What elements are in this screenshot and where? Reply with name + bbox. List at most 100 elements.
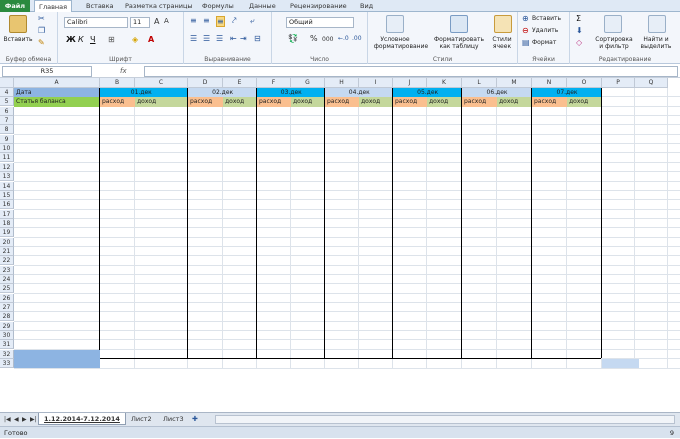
expense-header-cell[interactable]: расход — [393, 97, 427, 107]
row-header-8[interactable]: 8 — [0, 125, 14, 135]
clear-icon[interactable]: ◇ — [576, 38, 582, 47]
expense-header-cell[interactable]: расход — [462, 97, 497, 107]
format-table-line2[interactable]: как таблицу — [434, 43, 484, 50]
format-table-line1[interactable]: Форматировать — [434, 36, 484, 43]
align-left-icon[interactable]: ☰ — [190, 34, 197, 43]
income-header-cell[interactable]: доход — [359, 97, 393, 107]
cell-styles-line2[interactable]: ячеек — [488, 43, 516, 50]
row-header-5[interactable]: 5 — [0, 97, 14, 107]
zoom-level[interactable]: 9 — [670, 427, 674, 439]
column-header-a[interactable]: A — [14, 78, 100, 88]
row-header-12[interactable]: 12 — [0, 162, 14, 172]
column-header-i[interactable]: I — [359, 78, 393, 88]
font-size-select[interactable]: 11 — [130, 17, 150, 28]
delete-cells-button[interactable]: Удалить — [532, 27, 558, 34]
day-header-5[interactable]: 05.дек — [393, 88, 462, 98]
column-header-o[interactable]: O — [567, 78, 602, 88]
column-header-c[interactable]: C — [135, 78, 188, 88]
wrap-text-icon[interactable]: ⤶ — [250, 16, 254, 25]
column-header-m[interactable]: M — [497, 78, 532, 88]
tab-data[interactable]: Данные — [245, 0, 280, 12]
prev-sheet-icon[interactable]: ◀ — [14, 415, 19, 424]
column-header-j[interactable]: J — [393, 78, 427, 88]
row-header-23[interactable]: 23 — [0, 265, 14, 275]
cut-icon[interactable]: ✂ — [38, 14, 45, 23]
insert-cells-icon[interactable]: ⊕ — [522, 14, 529, 23]
income-header-cell[interactable]: доход — [291, 97, 325, 107]
first-sheet-icon[interactable]: |◀ — [4, 415, 11, 424]
row-header-22[interactable]: 22 — [0, 256, 14, 266]
cell-styles-icon[interactable] — [494, 15, 512, 33]
day-header-3[interactable]: 03.дек — [257, 88, 325, 98]
bold-button[interactable]: Ж — [66, 35, 76, 44]
row-header-16[interactable]: 16 — [0, 200, 14, 210]
format-table-icon[interactable] — [450, 15, 468, 33]
column-header-g[interactable]: G — [291, 78, 325, 88]
column-header-b[interactable]: B — [100, 78, 135, 88]
spreadsheet-grid[interactable]: A B C D E F G H I J K L M N O P Q 4 5 6 7 8 9 10 11 12 13 14 15 16 17 1… — [0, 78, 680, 412]
paste-button[interactable]: Вставить — [2, 36, 34, 43]
align-top-icon[interactable]: ≡ — [190, 16, 197, 25]
tab-review[interactable]: Рецензирование — [286, 0, 351, 12]
decrease-decimal-icon[interactable]: .00 — [352, 34, 362, 43]
merge-cells-icon[interactable]: ⊟ — [254, 34, 261, 43]
shrink-font-icon[interactable]: A — [164, 17, 169, 26]
find-select-line1[interactable]: Найти и — [636, 36, 676, 43]
balance-item-label-cell[interactable]: Статья баланса — [14, 97, 100, 107]
decrease-indent-icon[interactable]: ⇤ — [230, 34, 237, 43]
row-header-11[interactable]: 11 — [0, 153, 14, 163]
column-header-f[interactable]: F — [257, 78, 291, 88]
sheet-tab-3[interactable]: Лист3 — [158, 413, 189, 425]
row-header-25[interactable]: 25 — [0, 284, 14, 294]
column-header-q[interactable]: Q — [635, 78, 668, 88]
day-header-6[interactable]: 06.дек — [462, 88, 532, 98]
sheet-tab-2[interactable]: Лист2 — [126, 413, 157, 425]
fill-color-icon[interactable]: ◈ — [132, 35, 138, 44]
cell-styles-line1[interactable]: Стили — [488, 36, 516, 43]
income-header-cell[interactable]: доход — [135, 97, 188, 107]
find-select-icon[interactable] — [648, 15, 666, 33]
align-center-icon[interactable]: ☰ — [203, 34, 210, 43]
column-header-d[interactable]: D — [188, 78, 223, 88]
row-header-7[interactable]: 7 — [0, 116, 14, 126]
expense-header-cell[interactable]: расход — [100, 97, 135, 107]
column-header-h[interactable]: H — [325, 78, 359, 88]
expense-header-cell[interactable]: расход — [532, 97, 567, 107]
day-header-2[interactable]: 02.дек — [188, 88, 257, 98]
italic-button[interactable]: К — [78, 35, 84, 44]
formula-input[interactable] — [144, 66, 678, 77]
format-cells-icon[interactable]: ▤ — [522, 38, 530, 47]
expense-header-cell[interactable]: расход — [188, 97, 223, 107]
column-header-n[interactable]: N — [532, 78, 567, 88]
last-sheet-icon[interactable]: ▶| — [30, 415, 37, 424]
row-header-10[interactable]: 10 — [0, 144, 14, 154]
copy-icon[interactable]: ❐ — [38, 26, 45, 35]
sort-filter-icon[interactable] — [604, 15, 622, 33]
row-header-20[interactable]: 20 — [0, 237, 14, 247]
new-sheet-icon[interactable]: ✚ — [192, 415, 198, 424]
row-header-27[interactable]: 27 — [0, 303, 14, 313]
sort-filter-line2[interactable]: и фильтр — [594, 43, 634, 50]
tab-view[interactable]: Вид — [356, 0, 377, 12]
file-tab[interactable]: Файл — [0, 0, 30, 12]
row-header-33[interactable]: 33 — [0, 359, 14, 369]
increase-indent-icon[interactable]: ⇥ — [240, 34, 247, 43]
row-header-18[interactable]: 18 — [0, 218, 14, 228]
format-cells-button[interactable]: Формат — [532, 39, 556, 46]
paste-icon[interactable] — [9, 15, 27, 33]
column-header-p[interactable]: P — [602, 78, 635, 88]
font-name-select[interactable]: Calibri — [64, 17, 128, 28]
tab-page-layout[interactable]: Разметка страницы — [121, 0, 197, 12]
percent-button[interactable]: % — [310, 34, 318, 43]
income-header-cell[interactable]: доход — [497, 97, 532, 107]
row-header-26[interactable]: 26 — [0, 293, 14, 303]
date-label-cell[interactable]: Дата — [14, 88, 100, 98]
column-header-e[interactable]: E — [223, 78, 257, 88]
row-header-6[interactable]: 6 — [0, 106, 14, 116]
function-button[interactable]: fx — [120, 67, 127, 76]
fill-icon[interactable]: ⬇ — [576, 26, 583, 35]
row-header-29[interactable]: 29 — [0, 321, 14, 331]
select-all-corner[interactable] — [0, 78, 14, 88]
income-header-cell[interactable]: доход — [427, 97, 462, 107]
format-painter-icon[interactable]: ✎ — [38, 38, 45, 47]
